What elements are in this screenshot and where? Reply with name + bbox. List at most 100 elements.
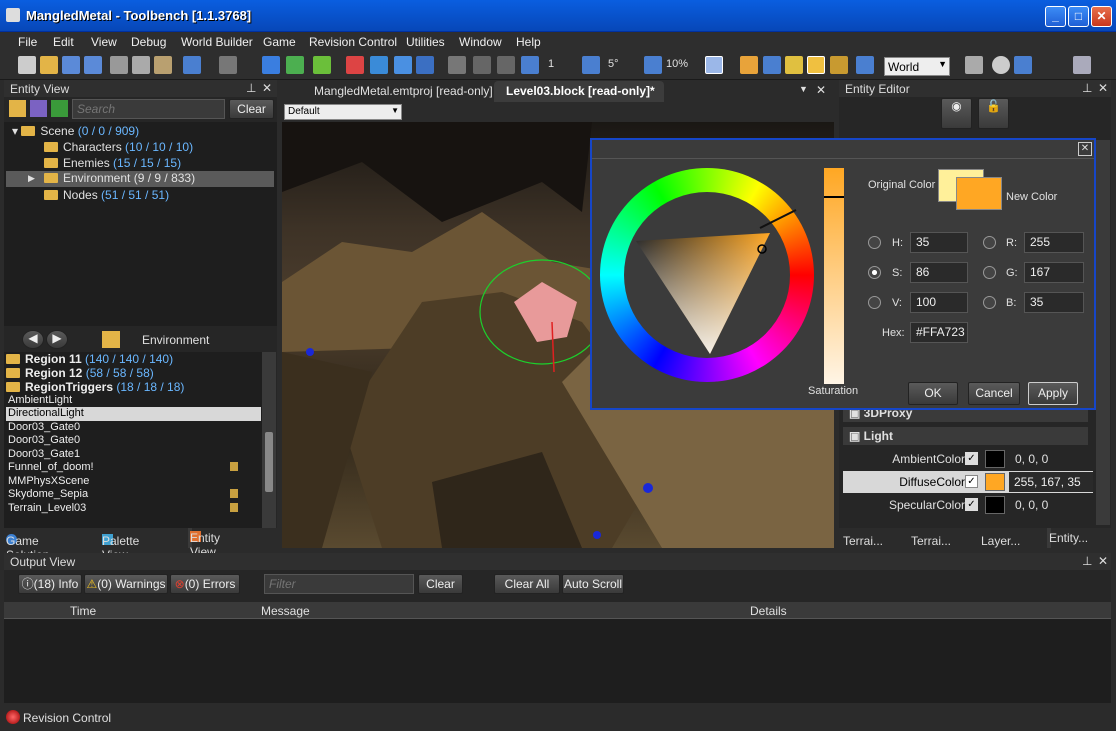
new-icon[interactable] [18, 56, 36, 74]
checkbox[interactable]: ✓ [965, 452, 978, 465]
value-field[interactable]: 255, 167, 35 [1009, 472, 1093, 492]
tree-item-nodes[interactable]: Nodes (51 / 51 / 51) [44, 188, 169, 202]
paste-icon[interactable] [154, 56, 172, 74]
slider-handle[interactable] [824, 196, 844, 198]
camera-icon[interactable] [992, 56, 1010, 74]
save-icon[interactable] [62, 56, 80, 74]
list-item[interactable]: Terrain_Level03 [8, 502, 86, 514]
axis2-icon[interactable] [497, 56, 515, 74]
cut-icon[interactable] [110, 56, 128, 74]
color-swatch[interactable] [985, 496, 1005, 514]
screenshot-icon[interactable] [1073, 56, 1091, 74]
menu-view[interactable]: View [91, 35, 117, 49]
tab-project[interactable]: MangledMetal.emtproj [read-only] [314, 84, 493, 98]
angle-value[interactable]: 5° [608, 58, 619, 70]
material-icon[interactable] [785, 56, 803, 74]
run-icon[interactable] [370, 56, 388, 74]
pin-icon[interactable]: ⊥ [1082, 81, 1092, 95]
radio-h[interactable] [868, 236, 881, 249]
snap-count[interactable]: 1 [548, 58, 554, 70]
link-icon[interactable] [705, 56, 723, 74]
checkbox[interactable]: ✓ [965, 475, 978, 488]
tab-level[interactable]: Level03.block [read-only]* [506, 84, 655, 98]
list-item[interactable]: DirectionalLight [8, 407, 84, 419]
build-icon[interactable] [262, 56, 280, 74]
errors-filter-button[interactable]: ⊗(0) Errors [170, 574, 240, 594]
tree-item-characters[interactable]: Characters (10 / 10 / 10) [44, 140, 193, 154]
close-icon[interactable]: ✕ [816, 83, 826, 97]
ok-button[interactable]: OK [908, 382, 958, 405]
warnings-filter-button[interactable]: ⚠(0) Warnings [84, 574, 168, 594]
camera-select[interactable]: Default ▼ [284, 104, 402, 120]
back-button[interactable]: ◀ [22, 330, 44, 349]
color-swatch[interactable] [985, 473, 1005, 491]
tab-entity[interactable]: Entity... [1047, 528, 1088, 548]
select-icon[interactable] [763, 56, 781, 74]
cancel-button[interactable]: Cancel [968, 382, 1020, 405]
copy-icon[interactable] [132, 56, 150, 74]
scale-snap-icon[interactable] [644, 56, 662, 74]
menu-debug[interactable]: Debug [131, 35, 166, 49]
section-light[interactable]: ▣ Light [843, 427, 1088, 445]
visibility-button[interactable]: ◉ [941, 98, 972, 129]
menu-file[interactable]: File [18, 35, 37, 49]
radio-v[interactable] [868, 296, 881, 309]
scrollbar-thumb[interactable] [265, 432, 273, 492]
lock-button[interactable]: 🔓 [978, 98, 1009, 129]
ruler-icon[interactable] [521, 56, 539, 74]
expand-icon[interactable]: ▾ [12, 124, 21, 138]
light-icon[interactable] [740, 56, 758, 74]
list-item[interactable]: Door03_Gate0 [8, 421, 80, 433]
apply-button[interactable]: Apply [1028, 382, 1078, 405]
export-toolbar-icon[interactable] [51, 100, 68, 117]
tree-item-scene[interactable]: ▾ Scene (0 / 0 / 909) [12, 124, 139, 138]
pin-icon[interactable]: ⊥ [246, 81, 256, 95]
hex-input[interactable]: #FFA723 [910, 322, 968, 343]
radio-g[interactable] [983, 266, 996, 279]
auto-scroll-toggle[interactable]: Auto Scroll [562, 574, 624, 594]
tree-item-enemies[interactable]: Enemies (15 / 15 / 15) [44, 156, 181, 170]
list-scrollbar[interactable] [262, 352, 276, 528]
expand-icon[interactable]: ▶ [28, 173, 35, 184]
marker-icon[interactable] [856, 56, 874, 74]
r-input[interactable]: 255 [1024, 232, 1084, 253]
g-input[interactable]: 167 [1024, 262, 1084, 283]
axis-icon[interactable] [473, 56, 491, 74]
list-item[interactable]: AmbientLight [8, 394, 72, 406]
menu-utilities[interactable]: Utilities [406, 35, 445, 49]
minimize-button[interactable]: _ [1045, 6, 1066, 27]
menu-game[interactable]: Game [263, 35, 296, 49]
grid-snap-icon[interactable] [448, 56, 466, 74]
list-item[interactable]: Door03_Gate1 [8, 448, 80, 460]
info-filter-button[interactable]: ⓘ(18) Info [18, 574, 82, 594]
percent-value[interactable]: 10% [666, 58, 688, 70]
clear-all-button[interactable]: Clear All [494, 574, 560, 594]
paint-icon[interactable] [346, 56, 364, 74]
list-item[interactable]: Funnel_of_doom! [8, 461, 94, 473]
column-message[interactable]: Message [261, 604, 310, 618]
column-time[interactable]: Time [70, 604, 96, 618]
menu-world-builder[interactable]: World Builder [181, 35, 253, 49]
terrain-icon[interactable] [286, 56, 304, 74]
list-item-region[interactable]: Region 12 (58 / 58 / 58) [6, 366, 154, 380]
tab-list-icon[interactable]: ▼ [799, 84, 808, 94]
save-all-icon[interactable] [84, 56, 102, 74]
open-icon[interactable] [40, 56, 58, 74]
list-item[interactable]: Door03_Gate0 [8, 434, 80, 446]
tools-icon[interactable] [965, 56, 983, 74]
bulb-icon[interactable] [807, 56, 825, 74]
radio-r[interactable] [983, 236, 996, 249]
entity-search-input[interactable] [72, 99, 225, 119]
v-input[interactable]: 100 [910, 292, 968, 313]
pin-icon[interactable]: ⊥ [1082, 554, 1092, 568]
forward-button[interactable]: ▶ [46, 330, 68, 349]
globe-icon[interactable] [416, 56, 434, 74]
entity-clear-button[interactable]: Clear [229, 99, 274, 119]
radio-s[interactable] [868, 266, 881, 279]
color-triangle[interactable] [600, 168, 814, 382]
checkbox[interactable]: ✓ [965, 498, 978, 511]
dialog-close-button[interactable]: ✕ [1078, 142, 1092, 156]
tab-entity-view[interactable]: Entity View [188, 528, 220, 559]
menu-edit[interactable]: Edit [53, 35, 74, 49]
menu-help[interactable]: Help [516, 35, 541, 49]
